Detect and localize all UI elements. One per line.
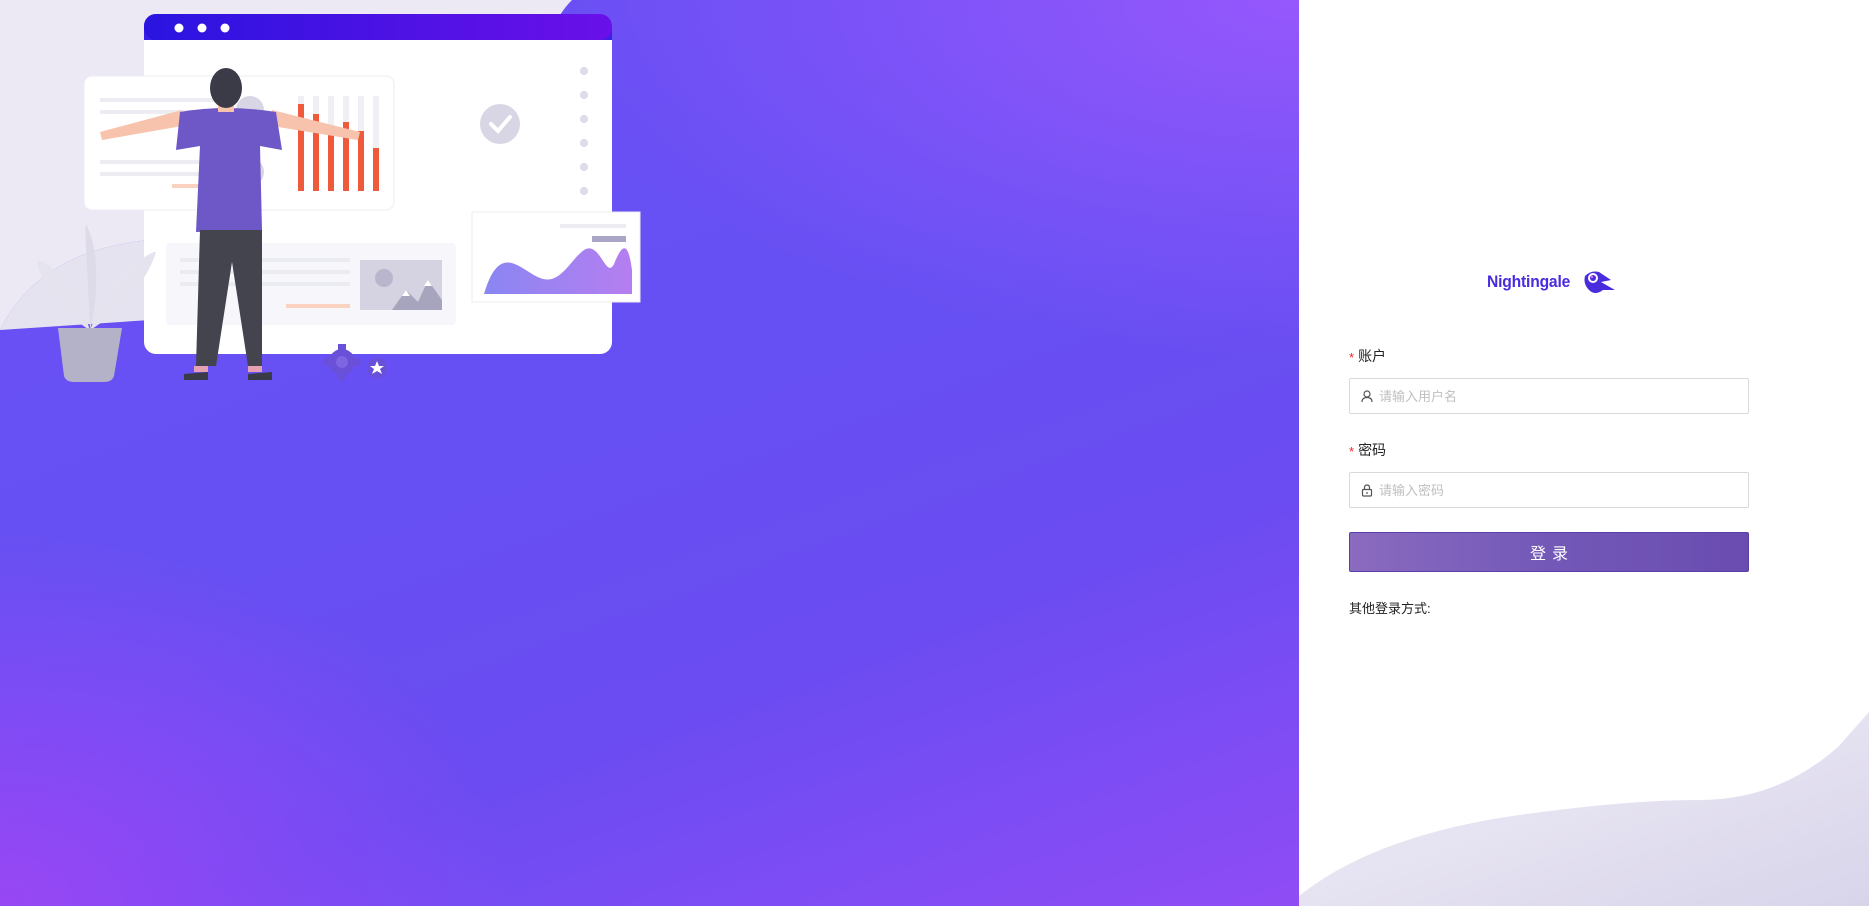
required-mark: *	[1349, 444, 1355, 459]
password-input[interactable]	[1379, 482, 1738, 498]
username-form-item: * 账户	[1349, 346, 1749, 414]
username-label: * 账户	[1349, 346, 1749, 366]
login-button[interactable]: 登录	[1349, 532, 1749, 572]
brand-logo: Nightingale	[1487, 268, 1616, 296]
nightingale-bird-icon	[1584, 271, 1616, 293]
other-login-methods-label: 其他登录方式:	[1349, 601, 1431, 616]
password-label: * 密码	[1349, 440, 1749, 460]
hero-panel	[0, 0, 1299, 906]
username-input[interactable]	[1379, 388, 1738, 404]
brand-name: Nightingale	[1487, 272, 1571, 291]
password-form-item: * 密码	[1349, 440, 1749, 508]
star-icon	[367, 358, 387, 378]
dashboard-illustration	[0, 0, 641, 382]
lock-icon	[1360, 483, 1374, 497]
hero-bottom-glow	[0, 526, 520, 906]
area-chart-card	[471, 211, 641, 303]
user-icon	[1360, 389, 1374, 403]
password-label-text: 密码	[1358, 442, 1387, 458]
password-input-wrapper[interactable]	[1349, 472, 1749, 508]
username-label-text: 账户	[1358, 348, 1387, 364]
username-input-wrapper[interactable]	[1349, 378, 1749, 414]
required-mark: *	[1349, 350, 1355, 365]
